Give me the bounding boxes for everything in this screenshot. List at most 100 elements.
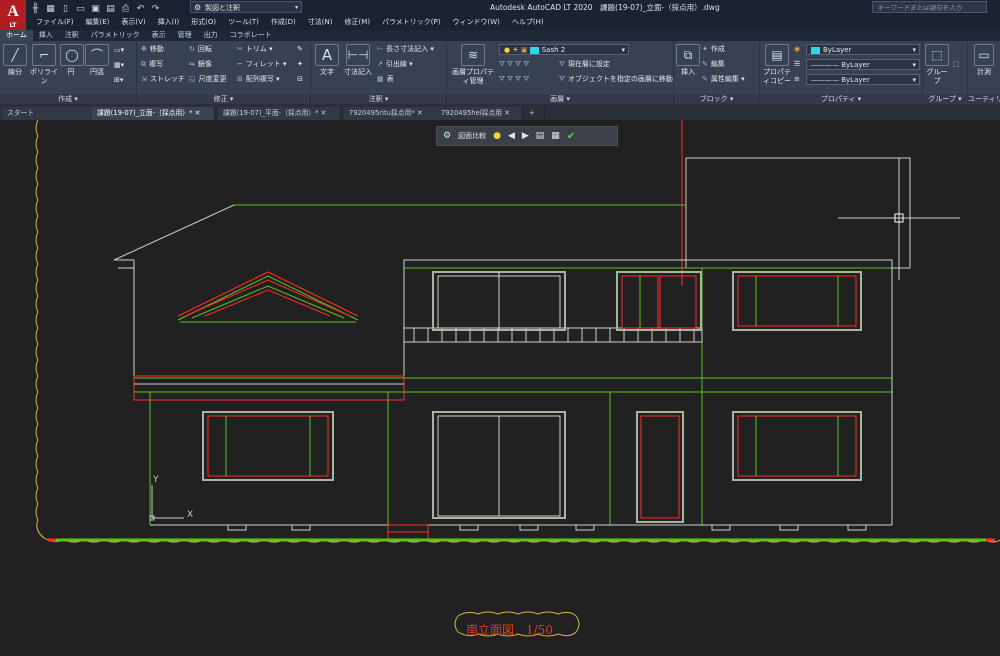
menu-file[interactable]: ファイル(F) [30, 16, 80, 28]
mirror-tool[interactable]: ⇋ 鏡像 [189, 59, 212, 69]
save-as-icon[interactable]: ▤ [105, 4, 116, 14]
tab-parametric[interactable]: パラメトリック [85, 30, 146, 41]
tab-manage[interactable]: 管理 [172, 30, 198, 41]
trim-tool[interactable]: ✂ トリム ▾ [237, 44, 273, 54]
menu-format[interactable]: 形式(O) [185, 16, 222, 28]
tab-insert[interactable]: 挿入 [33, 30, 59, 41]
menu-view[interactable]: 表示(V) [115, 16, 151, 28]
move-tool[interactable]: ✥ 移動 [141, 44, 164, 54]
line-tool[interactable]: ╱ 線分 [2, 44, 28, 77]
measure-tool[interactable]: ▭ 計測 [969, 44, 999, 77]
autocad-logo[interactable]: A LT [0, 0, 26, 30]
select-group-icon[interactable]: ⬚ [953, 59, 960, 69]
tab-collaborate[interactable]: コラボレート [224, 30, 278, 41]
doc-tab-ritu[interactable]: 7920495ritu採点用* ✕ [344, 107, 437, 120]
explode-icon[interactable]: ✦ [297, 59, 303, 69]
match-properties-tool[interactable]: ▤ プロパティコピー [762, 44, 792, 86]
plot-icon[interactable]: ⎙ [120, 4, 131, 14]
tab-output[interactable]: 出力 [198, 30, 224, 41]
document-icon[interactable]: ▤ [536, 131, 545, 141]
tab-annotate[interactable]: 注釈 [59, 30, 85, 41]
grid-icon[interactable]: ╫ [30, 4, 41, 14]
menu-parametric[interactable]: パラメトリック(P) [376, 16, 446, 28]
properties-panel-label[interactable]: プロパティ ▾ [760, 94, 922, 104]
menu-modify[interactable]: 修正(M) [338, 16, 376, 28]
stretch-tool[interactable]: ⇲ ストレッチ [141, 74, 185, 84]
create-block-tool[interactable]: ✦ 作成 [702, 44, 725, 54]
menu-draw[interactable]: 作成(D) [265, 16, 302, 28]
menu-dimension[interactable]: 寸法(N) [302, 16, 339, 28]
lineweight-select[interactable]: ———— ByLayer ▾ [806, 74, 920, 85]
annotation-panel-label[interactable]: 注釈 ▾ [311, 94, 446, 104]
linear-dimension-tool[interactable]: ⊢ 長さ寸法記入 ▾ [377, 44, 434, 54]
new-tab-plus-icon[interactable]: + [524, 107, 545, 120]
modify-panel-label[interactable]: 修正 ▾ [137, 94, 310, 104]
drawing-svg[interactable]: Y X 南立面図 1/50 [0, 120, 1000, 656]
fillet-tool[interactable]: ⌐ フィレット ▾ [237, 59, 287, 69]
match-layer-tool[interactable]: ⛛ オブジェクトを指定の画層に移動 [559, 74, 673, 84]
gear-icon[interactable]: ⚙ [443, 131, 451, 141]
arrow-left-icon[interactable]: ◀ [508, 131, 515, 141]
menu-insert[interactable]: 挿入(I) [152, 16, 186, 28]
checkmark-icon[interactable]: ✔ [567, 131, 575, 142]
close-icon[interactable]: ✕ [417, 109, 423, 117]
undo-icon[interactable]: ↶ [135, 4, 146, 14]
copy-tool[interactable]: ⧉ 複写 [141, 59, 163, 69]
redo-icon[interactable]: ↷ [150, 4, 161, 14]
lightbulb-icon[interactable]: ● [493, 131, 501, 141]
layer-tools-row-2[interactable]: ⛛ ⛛ ⛛ ⛛ [499, 74, 529, 84]
save-icon[interactable]: ▣ [90, 4, 101, 14]
layer-properties-tool[interactable]: ≋ 画層プロパティ管理 [449, 44, 497, 86]
workspace-icon[interactable]: ▦ [45, 4, 56, 14]
utilities-panel-label[interactable]: ユーティリティ [968, 94, 1000, 104]
tab-view[interactable]: 表示 [146, 30, 172, 41]
open-file-icon[interactable]: ▭ [75, 4, 86, 14]
make-current-tool[interactable]: ⛛ 現在層に設定 [559, 59, 610, 69]
leader-tool[interactable]: ↗ 引出線 ▾ [377, 59, 413, 69]
groups-panel-label[interactable]: グループ ▾ [923, 94, 967, 104]
text-tool[interactable]: A 文字 [314, 44, 340, 77]
edit-block-tool[interactable]: ✎ 編集 [702, 59, 725, 69]
close-icon[interactable]: ✕ [504, 109, 510, 117]
arc-tool[interactable]: ⌒ 円弧 [84, 44, 110, 77]
draw-panel-label[interactable]: 作成 ▾ [0, 94, 136, 104]
menu-tools[interactable]: ツール(T) [222, 16, 265, 28]
close-icon[interactable]: ✕ [321, 109, 327, 117]
doc-tab-hei[interactable]: 7920495hei採点用 ✕ [436, 107, 523, 120]
compare-label[interactable]: 図面比較 [458, 131, 486, 141]
doc-tab-plan[interactable]: 課題(19-07)_平面-（採点用）* ✕ [218, 107, 341, 120]
workspace-select[interactable]: ⚙ 製図と注釈 ▾ [190, 1, 302, 13]
rectangle-icon[interactable]: ▭▾ [114, 45, 124, 55]
group-tool[interactable]: ⬚ グループ [924, 44, 950, 86]
arrow-right-icon[interactable]: ▶ [522, 131, 529, 141]
menu-edit[interactable]: 編集(E) [80, 16, 116, 28]
tab-home[interactable]: ホーム [0, 30, 33, 41]
array-tool[interactable]: ⊞ 配列複写 ▾ [237, 74, 280, 84]
scale-tool[interactable]: ◱ 尺度変更 [189, 74, 227, 84]
attribute-edit-tool[interactable]: ✎ 属性編集 ▾ [702, 74, 745, 84]
doc-tab-start[interactable]: スタート [2, 107, 93, 120]
menu-window[interactable]: ウィンドウ(W) [446, 16, 505, 28]
close-icon[interactable]: ✕ [195, 109, 201, 117]
table-tool[interactable]: ▦ 表 [377, 74, 394, 84]
insert-block-tool[interactable]: ⧉ 挿入 [676, 44, 700, 77]
new-file-icon[interactable]: ▯ [60, 4, 71, 14]
color-select[interactable]: ByLayer ▾ [806, 44, 920, 55]
search-input[interactable]: キーワードまたは語句を入力 [872, 1, 987, 13]
layers-panel-label[interactable]: 画層 ▾ [447, 94, 673, 104]
linetype-select[interactable]: ———— ByLayer ▾ [806, 59, 920, 70]
export-icon[interactable]: ▦ [551, 131, 560, 141]
circle-tool[interactable]: ◯ 円 [60, 44, 84, 77]
dimension-tool[interactable]: ⊢⊣ 寸法記入 [342, 44, 374, 77]
offset-icon[interactable]: ⊟ [297, 74, 303, 84]
layer-select[interactable]: ● ☀ ▣ Sash 2 ▾ [499, 44, 629, 55]
rotate-tool[interactable]: ↻ 回転 [189, 44, 212, 54]
region-icon[interactable]: ⊞▾ [114, 75, 123, 85]
doc-tab-elevation[interactable]: 課題(19-07)_立面-（採点用）* ✕ [92, 107, 215, 120]
layer-tools-row-1[interactable]: ⛛ ⛛ ⛛ ⛛ [499, 59, 529, 69]
polyline-tool[interactable]: ⌐ ポリライン [28, 44, 60, 86]
menu-help[interactable]: ヘルプ(H) [506, 16, 550, 28]
hatch-icon[interactable]: ▦▾ [114, 60, 124, 70]
block-panel-label[interactable]: ブロック ▾ [674, 94, 759, 104]
erase-icon[interactable]: ✎ [297, 44, 303, 54]
